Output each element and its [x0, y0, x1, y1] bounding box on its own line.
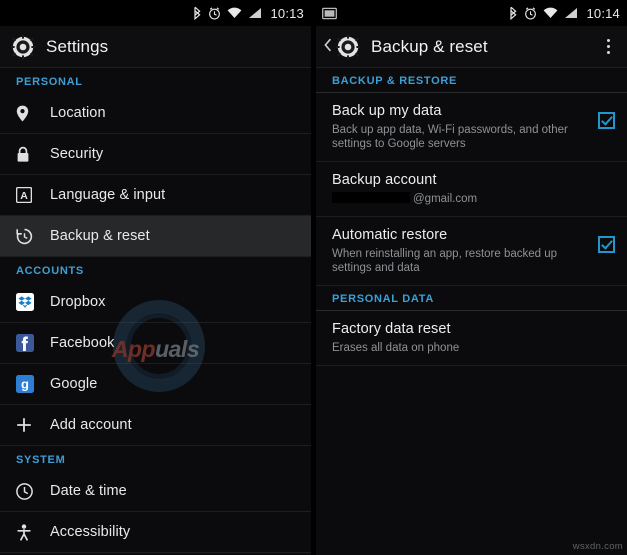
checkbox-automatic-restore[interactable]	[598, 236, 615, 253]
status-bar-clock: 10:14	[586, 5, 620, 21]
sidebar-item-label: Google	[50, 376, 98, 392]
account-domain: @gmail.com	[413, 193, 478, 205]
screenshot-icon	[322, 7, 337, 20]
right-status-bar: 10:14	[316, 0, 627, 26]
setting-texts: Backup account @gmail.com	[332, 171, 615, 206]
dropbox-icon	[16, 293, 42, 311]
sidebar-item-label: Add account	[50, 417, 132, 433]
setting-factory-data-reset[interactable]: Factory data reset Erases all data on ph…	[316, 311, 627, 366]
setting-texts: Automatic restore When reinstalling an a…	[332, 226, 590, 275]
setting-title: Backup account	[332, 172, 437, 188]
backup-reset-list[interactable]: BACKUP & RESTORE Back up my data Back up…	[316, 68, 627, 554]
sidebar-item-dropbox[interactable]: Dropbox	[0, 282, 311, 323]
setting-title: Factory data reset	[332, 321, 451, 337]
sidebar-item-label: Dropbox	[50, 294, 106, 310]
section-header-accounts: ACCOUNTS	[16, 265, 84, 277]
bluetooth-icon	[193, 6, 202, 20]
setting-summary: Erases all data on phone	[332, 342, 460, 354]
section-header-backup-restore: BACKUP & RESTORE	[316, 68, 627, 93]
setting-title: Back up my data	[332, 103, 442, 119]
sidebar-item-label: Backup & reset	[50, 228, 150, 244]
right-phone-screen: 10:14 Backup & reset BACKUP & RESTORE Ba…	[316, 0, 627, 555]
sidebar-item-language-input[interactable]: A Language & input	[0, 175, 311, 216]
wifi-icon	[543, 7, 558, 19]
backup-restore-icon	[16, 228, 42, 245]
sidebar-item-label: Language & input	[50, 187, 166, 203]
setting-texts: Back up my data Back up app data, Wi-Fi …	[332, 102, 590, 151]
setting-summary: @gmail.com	[332, 192, 615, 206]
google-icon: g	[16, 375, 42, 393]
dual-screenshot-container: 10:13 Settings PERSONAL Location Securit…	[0, 0, 627, 555]
clock-icon	[16, 482, 42, 500]
sidebar-item-location[interactable]: Location	[0, 93, 311, 134]
sidebar-item-add-account[interactable]: Add account	[0, 405, 311, 446]
sidebar-item-google[interactable]: g Google	[0, 364, 311, 405]
sidebar-item-accessibility[interactable]: Accessibility	[0, 512, 311, 553]
sidebar-item-security[interactable]: Security	[0, 134, 311, 175]
signal-icon	[248, 7, 262, 19]
overflow-menu-icon[interactable]	[597, 33, 619, 61]
source-watermark: wsxdn.com	[572, 541, 623, 552]
setting-automatic-restore[interactable]: Automatic restore When reinstalling an a…	[316, 217, 627, 286]
redacted-account-name	[332, 192, 410, 203]
sidebar-item-backup-reset[interactable]: Backup & reset	[0, 216, 311, 257]
overflow-dot	[606, 51, 610, 54]
facebook-icon	[16, 334, 42, 352]
signal-icon	[564, 7, 578, 19]
alarm-icon	[208, 6, 221, 20]
location-pin-icon	[16, 105, 42, 122]
alarm-icon	[524, 6, 537, 20]
left-status-bar: 10:13	[0, 0, 311, 26]
setting-title: Automatic restore	[332, 227, 448, 243]
accessibility-icon	[16, 523, 42, 541]
setting-summary: When reinstalling an app, restore backed…	[332, 248, 558, 274]
status-bar-system-icons: 10:13	[193, 6, 304, 21]
settings-list[interactable]: PERSONAL Location Security A Language & …	[0, 68, 311, 554]
status-bar-system-icons: 10:14	[509, 6, 620, 21]
left-phone-screen: 10:13 Settings PERSONAL Location Securit…	[0, 0, 311, 555]
section-header-personal: PERSONAL	[16, 76, 83, 88]
svg-text:g: g	[21, 377, 29, 392]
setting-texts: Factory data reset Erases all data on ph…	[332, 320, 615, 355]
sidebar-item-date-time[interactable]: Date & time	[0, 471, 311, 512]
svg-text:A: A	[20, 190, 28, 202]
settings-gear-icon	[10, 34, 36, 60]
language-a-icon: A	[16, 187, 42, 203]
wifi-icon	[227, 7, 242, 19]
settings-gear-icon[interactable]	[335, 34, 361, 60]
setting-back-up-my-data[interactable]: Back up my data Back up app data, Wi-Fi …	[316, 93, 627, 162]
bluetooth-icon	[509, 6, 518, 20]
sidebar-item-label: Facebook	[50, 335, 115, 351]
sidebar-item-label: Security	[50, 146, 104, 162]
section-header-system: SYSTEM	[16, 454, 66, 466]
plus-icon	[16, 417, 42, 433]
lock-icon	[16, 146, 42, 163]
sidebar-item-label: Date & time	[50, 483, 127, 499]
overflow-dot	[606, 45, 610, 48]
sidebar-item-facebook[interactable]: Facebook	[0, 323, 311, 364]
right-action-bar: Backup & reset	[316, 26, 627, 68]
page-title: Backup & reset	[371, 36, 488, 56]
status-bar-notifications	[322, 7, 509, 20]
section-header-personal-data: PERSONAL DATA	[316, 286, 627, 311]
sidebar-item-label: Location	[50, 105, 106, 121]
checkbox-back-up-my-data[interactable]	[598, 112, 615, 129]
left-action-bar: Settings	[0, 26, 311, 68]
back-chevron-icon[interactable]	[324, 38, 334, 55]
page-title: Settings	[46, 36, 109, 56]
overflow-dot	[606, 39, 610, 42]
status-bar-clock: 10:13	[270, 5, 304, 21]
setting-summary: Back up app data, Wi-Fi passwords, and o…	[332, 124, 568, 150]
setting-backup-account[interactable]: Backup account @gmail.com	[316, 162, 627, 217]
sidebar-item-label: Accessibility	[50, 524, 131, 540]
